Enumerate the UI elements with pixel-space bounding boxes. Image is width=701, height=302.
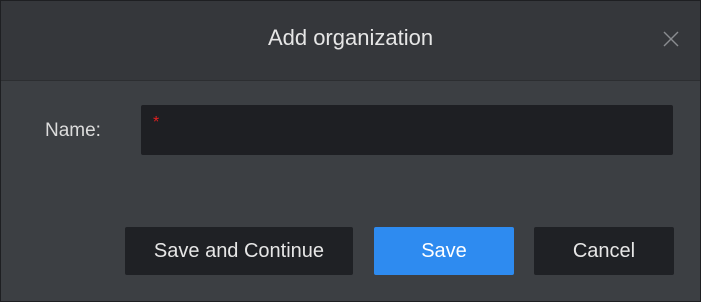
close-icon[interactable]: [661, 29, 681, 49]
cancel-button[interactable]: Cancel: [534, 227, 674, 275]
dialog-titlebar: Add organization: [1, 1, 700, 81]
add-organization-dialog: Add organization Name: * Save and Contin…: [0, 0, 701, 302]
name-label: Name:: [45, 120, 101, 141]
name-field[interactable]: *: [141, 105, 673, 155]
name-input[interactable]: [141, 105, 673, 155]
close-icon-glyph: [663, 31, 679, 47]
dialog-title: Add organization: [267, 25, 434, 50]
save-button[interactable]: Save: [374, 227, 514, 275]
save-and-continue-button[interactable]: Save and Continue: [125, 227, 353, 275]
